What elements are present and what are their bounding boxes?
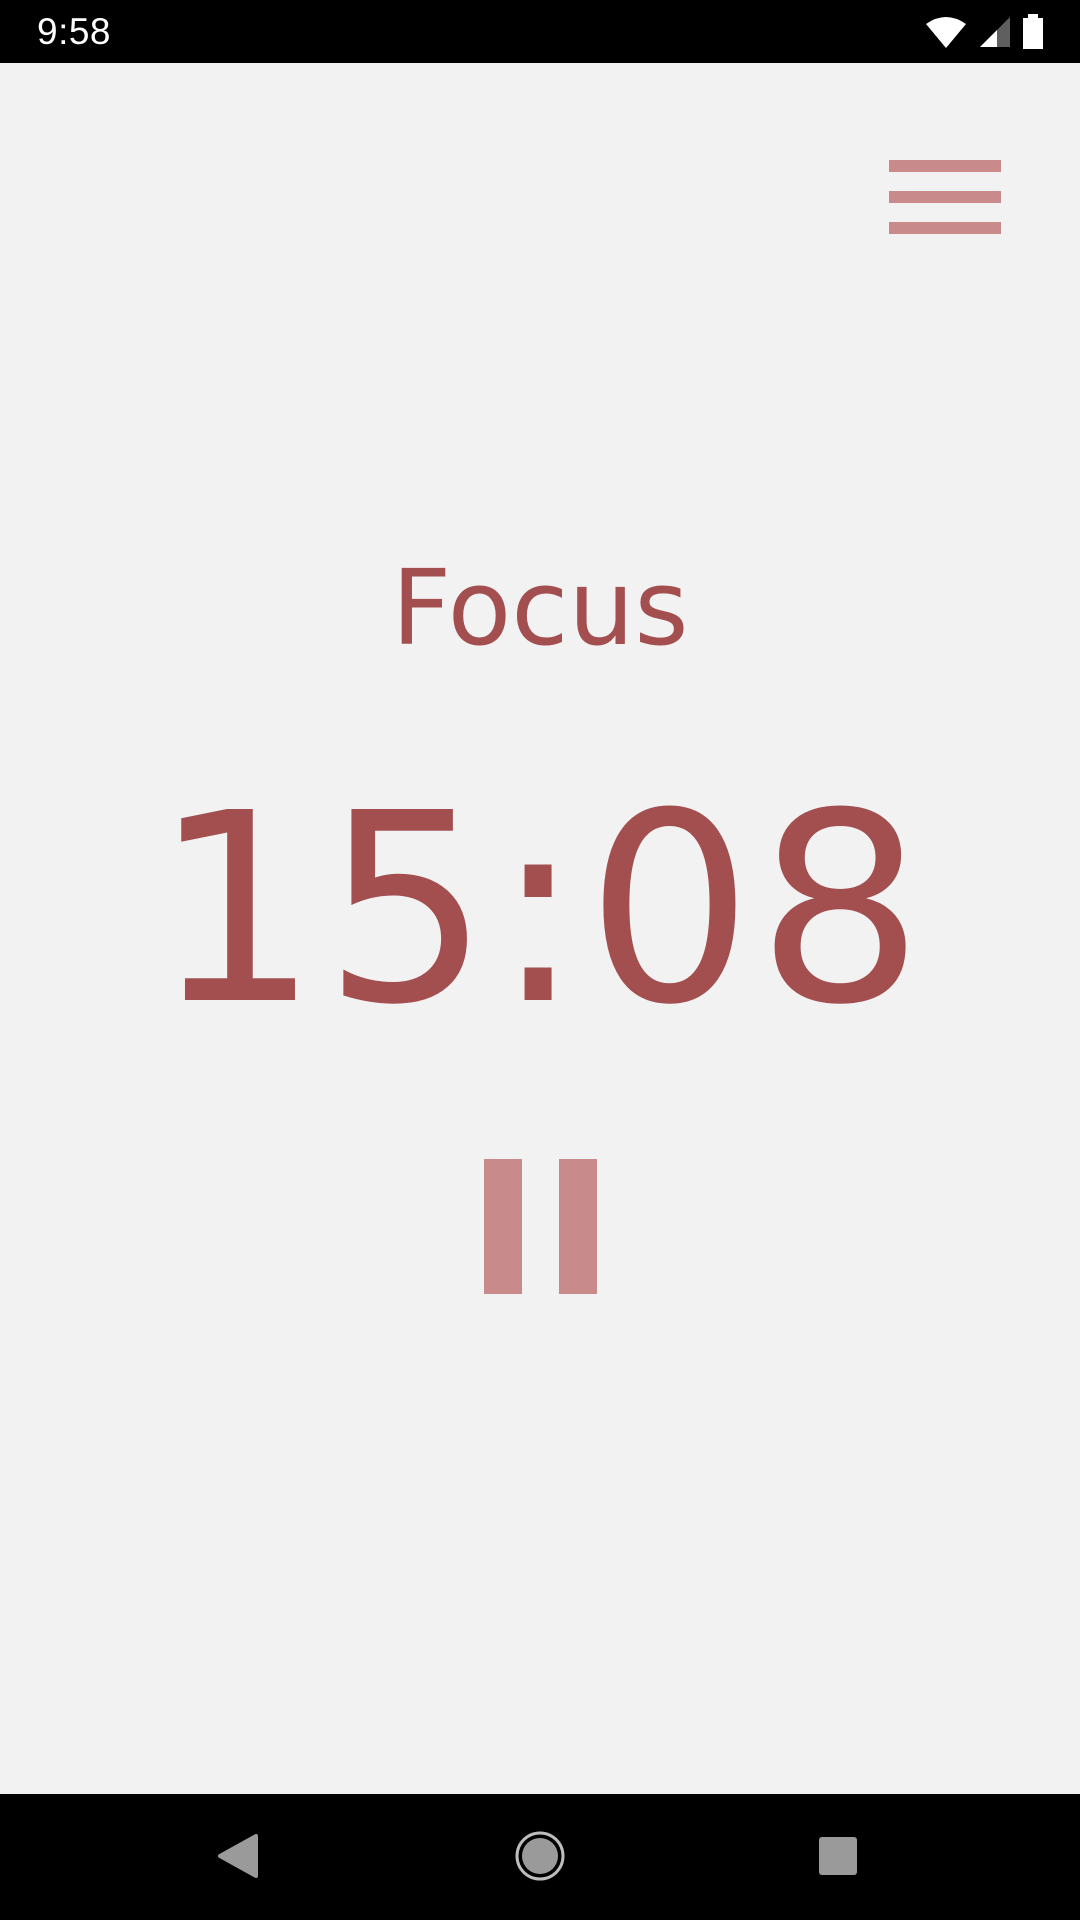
status-icons: [924, 12, 1044, 52]
recents-button[interactable]: [802, 1822, 874, 1894]
menu-icon-bar-bottom: [889, 222, 1001, 234]
battery-icon: [1022, 14, 1044, 50]
pause-icon-bar-left: [484, 1159, 522, 1294]
home-button[interactable]: [504, 1822, 576, 1894]
status-bar: 9:58: [0, 0, 1080, 63]
timer-display: 15:08: [152, 757, 928, 1062]
wifi-icon: [924, 15, 968, 49]
mode-label: Focus: [391, 547, 689, 669]
status-time: 9:58: [37, 11, 112, 52]
navigation-bar: [0, 1794, 1080, 1920]
recents-icon: [817, 1835, 859, 1882]
back-button[interactable]: [202, 1822, 274, 1894]
back-icon: [216, 1833, 260, 1884]
pause-icon-bar-right: [559, 1159, 597, 1294]
home-icon: [514, 1830, 566, 1887]
cellular-signal-icon: [978, 15, 1012, 49]
menu-icon-bar-middle: [889, 191, 1001, 203]
pause-button[interactable]: [470, 1150, 610, 1300]
menu-button[interactable]: [880, 150, 1006, 244]
menu-icon-bar-top: [889, 160, 1001, 172]
